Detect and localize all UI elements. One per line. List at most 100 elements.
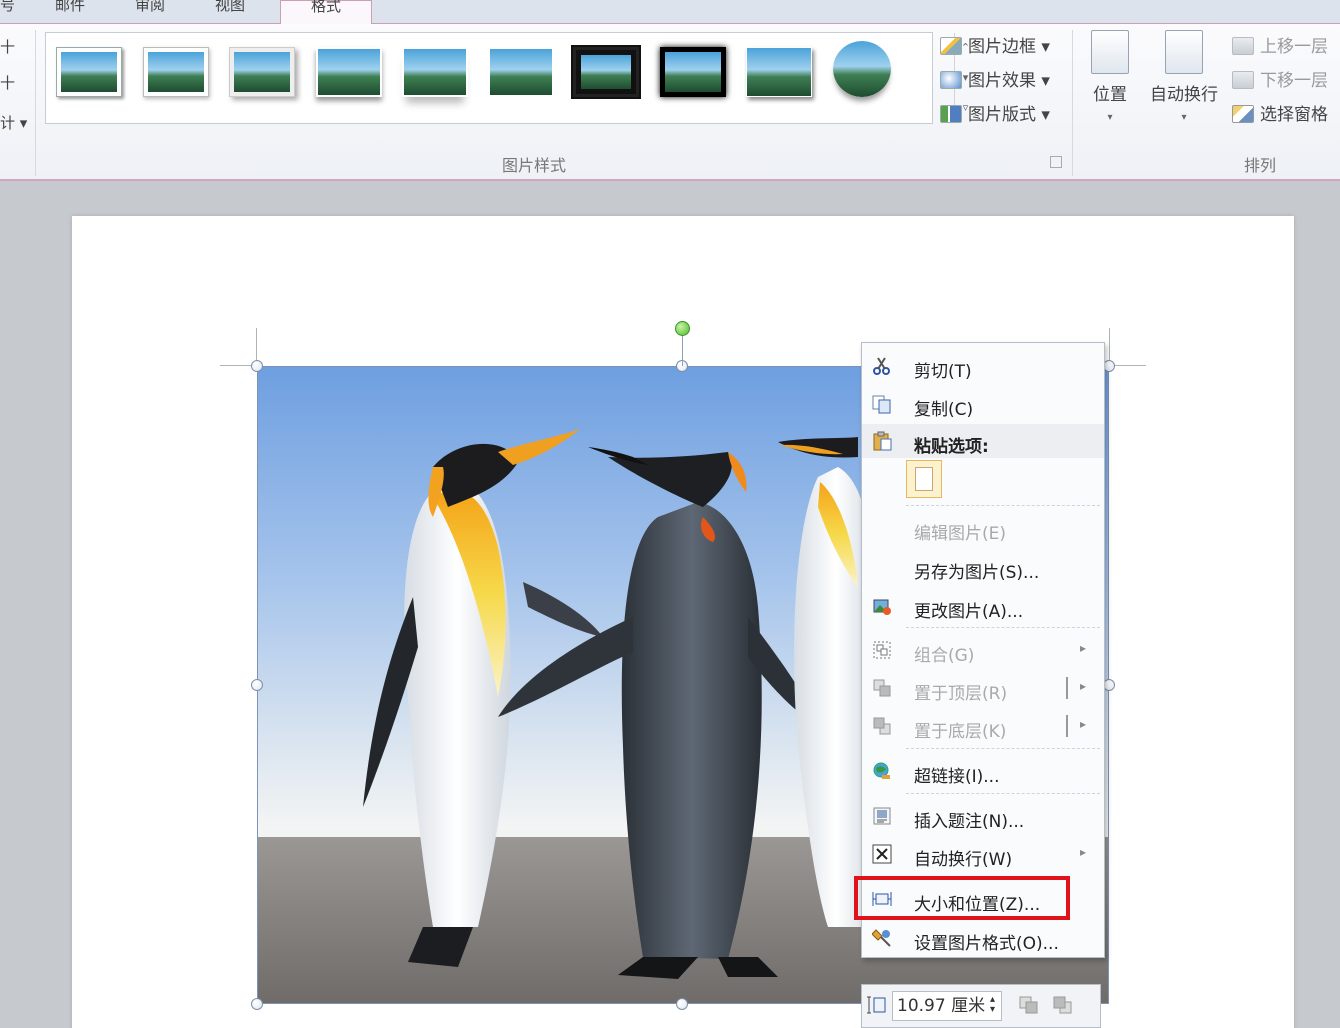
style-thumbnail[interactable]	[56, 47, 122, 97]
hyperlink-icon	[873, 762, 890, 779]
rotation-handle[interactable]	[675, 321, 690, 336]
height-value: 10.97 厘米	[897, 996, 986, 1016]
paste-keep-picture-button[interactable]	[906, 460, 942, 498]
spin-down-icon[interactable]: ▾	[990, 1004, 995, 1015]
menu-item-hyperlink[interactable]: 超链接(I)...	[862, 754, 1104, 788]
selection-pane-button[interactable]: 选择窗格	[1232, 100, 1328, 125]
style-thumbnail[interactable]	[143, 47, 209, 97]
picture-layout-button[interactable]: 图片版式 ▾	[940, 100, 1050, 125]
context-menu: 剪切(T) 复制(C) 粘贴选项: 编辑图片(E) 另存为图片(S)... 更改…	[861, 342, 1105, 958]
send-backward-icon	[1232, 71, 1254, 89]
insert-caption-icon	[873, 807, 891, 825]
tab-review[interactable]: 审阅	[135, 0, 185, 24]
menu-item-label: 组合(G)	[914, 646, 975, 666]
highlight-annotation	[854, 876, 1070, 920]
position-icon	[1091, 30, 1129, 74]
split-divider	[1066, 677, 1068, 699]
ribbon-left-item[interactable]: 计 ▾	[0, 112, 27, 133]
menu-item-label: 自动换行(W)	[914, 850, 1013, 870]
tab-view[interactable]: 视图	[215, 0, 265, 24]
group-divider	[35, 30, 36, 176]
crop-mark	[1110, 365, 1146, 366]
height-spinner[interactable]: ▴ ▾	[990, 995, 995, 1015]
position-button[interactable]: 位置 ▾	[1086, 30, 1134, 125]
wrap-text-icon	[872, 844, 892, 864]
send-backward-label: 下移一层	[1260, 71, 1328, 91]
bring-forward-label: 上移一层	[1260, 37, 1328, 57]
ribbon-left-item[interactable]: 十	[0, 36, 15, 57]
menu-separator	[906, 627, 1100, 628]
menu-item-format-picture[interactable]: 设置图片格式(O)...	[862, 921, 1104, 955]
menu-item-label: 置于顶层(R)	[914, 684, 1008, 704]
style-thumbnail[interactable]	[229, 47, 295, 97]
paste-icon	[873, 431, 892, 451]
style-thumbnail[interactable]	[833, 41, 891, 97]
position-dropdown-arrow: ▾	[1107, 112, 1113, 123]
menu-item-bring-to-front[interactable]: 置于顶层(R) ▸	[862, 671, 1104, 705]
picture-layout-icon	[940, 105, 962, 123]
dialog-launcher-icon[interactable]	[1050, 156, 1062, 168]
resize-handle[interactable]	[676, 998, 688, 1010]
picture-effects-button[interactable]: 图片效果 ▾	[940, 66, 1050, 91]
send-to-back-icon	[873, 717, 891, 735]
selection-pane-icon	[1232, 105, 1254, 123]
group-divider	[1072, 30, 1073, 176]
menu-item-insert-caption[interactable]: 插入题注(N)...	[862, 799, 1104, 833]
menu-item-label: 编辑图片(E)	[914, 524, 1007, 544]
picture-effects-icon	[940, 71, 962, 89]
menu-separator	[906, 793, 1100, 794]
position-label: 位置	[1093, 85, 1127, 105]
menu-item-label: 剪切(T)	[914, 362, 972, 382]
copy-icon	[872, 395, 891, 414]
picture-styles-gallery: ⌃ ▾ ▿	[45, 32, 970, 124]
menu-item-label: 插入题注(N)...	[914, 812, 1025, 832]
menu-item-save-as-picture[interactable]: 另存为图片(S)...	[862, 550, 1104, 584]
bring-forward-icon	[1232, 37, 1254, 55]
menu-item-label: 复制(C)	[914, 400, 974, 420]
tab-format[interactable]: 格式	[280, 0, 372, 25]
resize-handle[interactable]	[251, 998, 263, 1010]
tab-partial[interactable]: 号	[0, 0, 20, 24]
ribbon-tab-bar: 号 邮件 审阅 视图 格式	[0, 0, 1340, 25]
picture-styles-group-label: 图片样式	[502, 156, 567, 175]
resize-handle[interactable]	[251, 360, 263, 372]
style-thumbnail[interactable]	[488, 47, 554, 97]
style-thumbnail[interactable]	[746, 47, 812, 97]
menu-item-label: 超链接(I)...	[914, 767, 1000, 787]
menu-item-wrap-text[interactable]: 自动换行(W) ▸	[862, 837, 1104, 871]
height-input[interactable]: 10.97 厘米	[892, 991, 1002, 1021]
menu-item-label: 置于底层(K)	[914, 722, 1007, 742]
submenu-arrow-icon: ▸	[1079, 641, 1086, 655]
submenu-arrow-icon: ▸	[1079, 717, 1086, 731]
tab-mailings[interactable]: 邮件	[55, 0, 105, 24]
mini-toolbar: 10.97 厘米 ▴ ▾	[861, 984, 1101, 1028]
wrap-text-button[interactable]: 自动换行 ▾	[1146, 30, 1222, 125]
picture-border-button[interactable]: 图片边框 ▾	[940, 32, 1050, 57]
wrap-text-dropdown-arrow: ▾	[1181, 112, 1187, 123]
style-thumbnail[interactable]	[660, 47, 726, 97]
menu-item-group[interactable]: 组合(G) ▸	[862, 633, 1104, 667]
ribbon-left-item[interactable]: 十	[0, 72, 15, 93]
arrange-group-label: 排列	[1244, 156, 1277, 175]
menu-item-edit-picture[interactable]: 编辑图片(E)	[862, 511, 1104, 545]
change-picture-icon	[873, 599, 891, 615]
wrap-text-label: 自动换行	[1150, 85, 1218, 105]
menu-item-change-picture[interactable]: 更改图片(A)...	[862, 589, 1104, 623]
style-thumbnail[interactable]	[571, 45, 641, 99]
style-thumbnail[interactable]	[316, 47, 382, 97]
send-backward-button[interactable]: 下移一层	[1232, 66, 1328, 91]
menu-item-copy[interactable]: 复制(C)	[862, 387, 1104, 421]
menu-item-label: 另存为图片(S)...	[914, 563, 1040, 583]
style-thumbnail[interactable]	[402, 47, 468, 97]
scissors-icon	[873, 357, 890, 375]
wrap-text-icon	[1165, 30, 1203, 74]
resize-handle[interactable]	[251, 679, 263, 691]
menu-item-cut[interactable]: 剪切(T)	[862, 349, 1104, 383]
menu-item-send-to-back[interactable]: 置于底层(K) ▸	[862, 709, 1104, 743]
menu-item-label: 设置图片格式(O)...	[914, 934, 1059, 954]
picture-border-icon	[940, 37, 962, 55]
picture-effects-label: 图片效果 ▾	[968, 71, 1050, 91]
bring-forward-button[interactable]: 上移一层	[1232, 32, 1328, 57]
send-backward-icon[interactable]	[1052, 995, 1074, 1015]
bring-forward-icon[interactable]	[1018, 995, 1040, 1015]
